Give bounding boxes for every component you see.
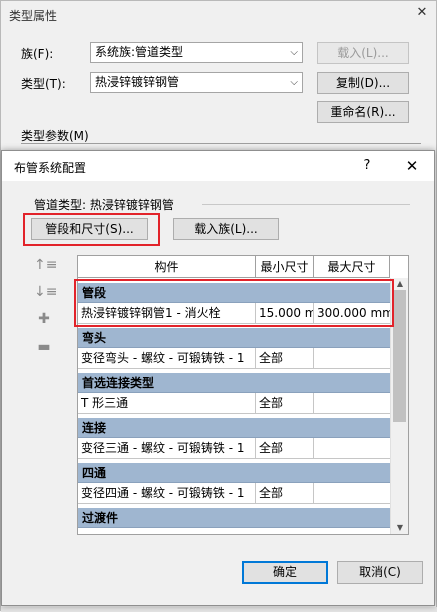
table-row[interactable]: 变径四通 - 螺纹 - 可锻铸铁 - 1 全部 (78, 483, 390, 504)
component-cell[interactable]: 变径三通 - 螺纹 - 可锻铸铁 - 1 (78, 438, 256, 458)
component-cell[interactable]: T 形三通 (78, 393, 256, 413)
column-header-min-size[interactable]: 最小尺寸 (256, 256, 314, 278)
move-down-icon[interactable]: ↓≡ (34, 284, 57, 300)
highlight-box (74, 279, 394, 327)
move-up-icon[interactable]: ↑≡ (34, 257, 57, 273)
min-size-cell[interactable]: 全部 (256, 348, 314, 368)
component-cell[interactable]: 变径四通 - 螺纹 - 可锻铸铁 - 1 (78, 483, 256, 503)
family-combo[interactable]: 系统族:管道类型 ⌵ (90, 42, 303, 63)
group-header-junction: 连接 (78, 418, 390, 438)
group-separator (202, 204, 410, 205)
min-size-cell[interactable]: 全部 (256, 438, 314, 458)
group-header-cross: 四通 (78, 463, 390, 483)
group-header-transition: 过渡件 (78, 508, 390, 528)
chevron-down-icon: ⌵ (290, 47, 298, 58)
table-row[interactable]: T 形三通 全部 (78, 393, 390, 414)
component-cell[interactable]: 变径弯头 - 螺纹 - 可锻铸铁 - 1 (78, 348, 256, 368)
bg-footer (1, 607, 437, 612)
chevron-down-icon: ⌵ (290, 77, 298, 88)
rename-button[interactable]: 重命名(R)... (317, 101, 409, 123)
close-icon[interactable]: ✕ (402, 156, 422, 176)
dialog-titlebar: 布管系统配置 ? ✕ (2, 151, 434, 181)
window-title: 类型属性 (9, 9, 58, 23)
remove-row-icon[interactable]: ▬ (34, 339, 54, 355)
close-icon[interactable]: ✕ (413, 4, 431, 22)
table-row-partial (78, 528, 390, 534)
pipe-type-label: 管道类型: 热浸锌镀锌钢管 (34, 198, 174, 212)
type-params-label: 类型参数(M) (21, 129, 89, 143)
table-row[interactable]: 变径弯头 - 螺纹 - 可锻铸铁 - 1 全部 (78, 348, 390, 369)
add-row-icon[interactable]: ✚ (34, 311, 54, 327)
scroll-down-icon[interactable]: ▼ (391, 522, 408, 534)
type-combo[interactable]: 热浸锌镀锌钢管 ⌵ (90, 72, 303, 93)
cancel-button[interactable]: 取消(C) (337, 561, 423, 584)
max-size-cell[interactable] (314, 348, 390, 368)
group-header-elbow: 弯头 (78, 328, 390, 348)
column-header-max-size[interactable]: 最大尺寸 (314, 256, 390, 278)
group-header-preferred-junction: 首选连接类型 (78, 373, 390, 393)
pipe-routing-config-dialog: 布管系统配置 ? ✕ 管道类型: 热浸锌镀锌钢管 管段和尺寸(S)... 载入族… (1, 150, 435, 606)
load-family-button[interactable]: 载入族(L)... (173, 218, 279, 240)
ok-button[interactable]: 确定 (242, 561, 328, 584)
params-grid-edge (21, 143, 421, 144)
copy-button[interactable]: 复制(D)... (317, 72, 409, 94)
segments-and-sizes-button[interactable]: 管段和尺寸(S)... (31, 218, 148, 240)
load-button[interactable]: 载入(L)... (317, 42, 409, 64)
max-size-cell[interactable] (314, 483, 390, 503)
min-size-cell[interactable]: 全部 (256, 483, 314, 503)
max-size-cell[interactable] (314, 393, 390, 413)
type-value: 热浸锌镀锌钢管 (95, 75, 180, 89)
family-label: 族(F): (21, 47, 54, 61)
table-row[interactable]: 变径三通 - 螺纹 - 可锻铸铁 - 1 全部 (78, 438, 390, 459)
help-icon[interactable]: ? (357, 156, 377, 176)
dialog-title: 布管系统配置 (14, 161, 87, 175)
family-value: 系统族:管道类型 (95, 45, 184, 59)
min-size-cell[interactable]: 全部 (256, 393, 314, 413)
type-label: 类型(T): (21, 77, 66, 91)
max-size-cell[interactable] (314, 438, 390, 458)
column-header-component[interactable]: 构件 (78, 256, 256, 278)
scrollbar-thumb[interactable] (393, 290, 406, 422)
